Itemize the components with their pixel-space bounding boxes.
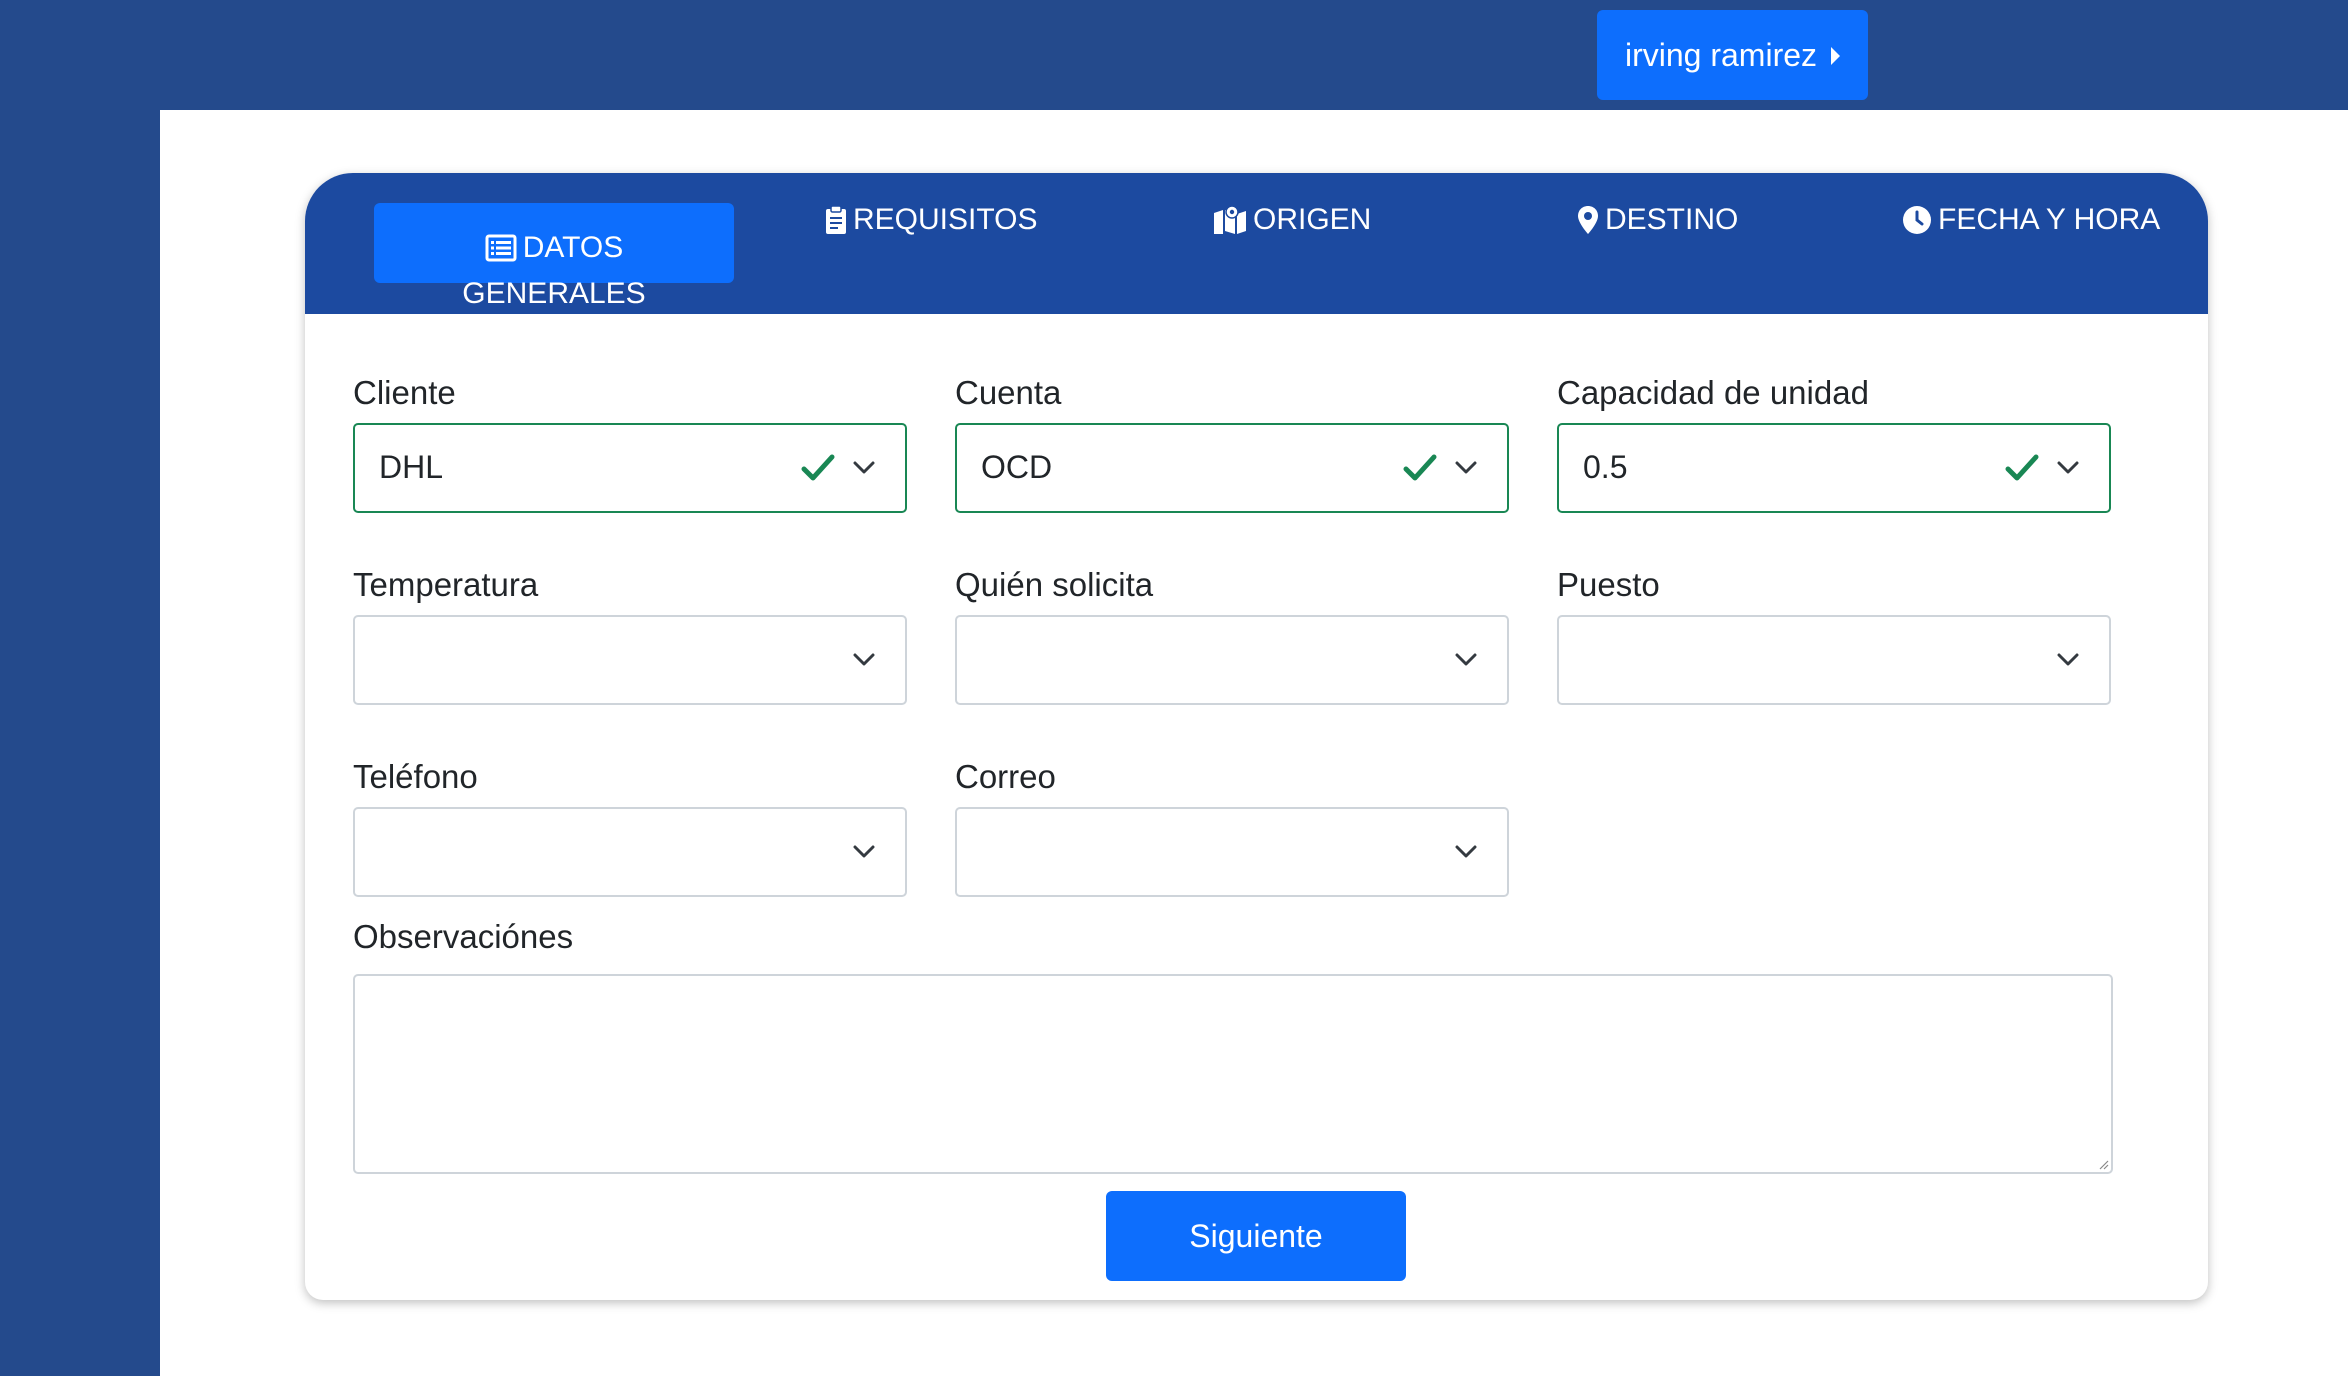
clipboard-icon — [826, 205, 846, 234]
capacidad-label: Capacidad de unidad — [1557, 374, 1869, 411]
tab-origen[interactable]: ORIGEN — [1213, 203, 1371, 237]
check-icon — [1403, 454, 1437, 481]
check-icon — [2005, 454, 2039, 481]
tab-label: DESTINO — [1605, 203, 1739, 236]
puesto-select[interactable] — [1557, 615, 2111, 705]
capacidad-value: 0.5 — [1583, 449, 1628, 485]
observaciones-label: Observaciónes — [353, 918, 574, 955]
cuenta-select[interactable]: OCD — [955, 423, 1509, 513]
correo-select[interactable] — [955, 807, 1509, 897]
tab-destino[interactable]: DESTINO — [1577, 203, 1738, 237]
temperatura-select[interactable] — [353, 615, 907, 705]
temperatura-label: Temperatura — [353, 566, 539, 603]
cuenta-value: OCD — [981, 449, 1053, 485]
telefono-select[interactable] — [353, 807, 907, 897]
correo-label: Correo — [955, 758, 1056, 795]
quien-solicita-select[interactable] — [955, 615, 1509, 705]
clock-icon — [1903, 206, 1931, 234]
check-icon — [801, 454, 835, 481]
puesto-label: Puesto — [1557, 566, 1660, 603]
chevron-down-icon — [853, 653, 875, 666]
user-name: irving ramirez — [1624, 36, 1818, 73]
chevron-down-icon — [853, 845, 875, 858]
tab-label: FECHA Y HORA — [1938, 203, 2161, 236]
quien-solicita-label: Quién solicita — [955, 566, 1154, 603]
chevron-down-icon — [1455, 845, 1477, 858]
chevron-down-icon — [1455, 461, 1477, 474]
tab-datos-generales[interactable]: DATOS GENERALES — [374, 203, 734, 310]
observaciones-textarea[interactable] — [353, 974, 2113, 1174]
tab-label: REQUISITOS — [853, 203, 1038, 236]
form-card: DATOS GENERALES REQUISITOS ORIGEN DESTIN… — [305, 173, 2208, 1300]
resize-handle-icon[interactable] — [2097, 1158, 2109, 1170]
list-icon — [485, 234, 517, 262]
cliente-value: DHL — [379, 449, 444, 485]
tab-label: DATOS — [522, 231, 624, 264]
next-button[interactable]: Siguiente — [1106, 1191, 1406, 1281]
telefono-label: Teléfono — [353, 758, 478, 795]
tab-label-line2: GENERALES — [462, 277, 646, 310]
chevron-down-icon — [853, 461, 875, 474]
tab-requisitos[interactable]: REQUISITOS — [825, 203, 1037, 237]
step-tabs: DATOS GENERALES REQUISITOS ORIGEN DESTIN… — [305, 173, 2208, 314]
chevron-down-icon — [2057, 653, 2079, 666]
cliente-select[interactable]: DHL — [353, 423, 907, 513]
map-icon — [1214, 205, 1246, 234]
user-menu-button[interactable]: irving ramirez — [1597, 10, 1868, 100]
tab-label: ORIGEN — [1253, 203, 1372, 236]
top-navbar: irving ramirez — [0, 0, 2348, 110]
cuenta-label: Cuenta — [955, 374, 1062, 411]
chevron-down-icon — [2057, 461, 2079, 474]
caret-right-icon — [1831, 47, 1841, 65]
main-content: DATOS GENERALES REQUISITOS ORIGEN DESTIN… — [160, 110, 2348, 1376]
cliente-label: Cliente — [353, 374, 456, 411]
tab-fecha-hora[interactable]: FECHA Y HORA — [1902, 203, 2160, 237]
map-marker-icon — [1578, 206, 1598, 234]
capacidad-select[interactable]: 0.5 — [1557, 423, 2111, 513]
chevron-down-icon — [1455, 653, 1477, 666]
